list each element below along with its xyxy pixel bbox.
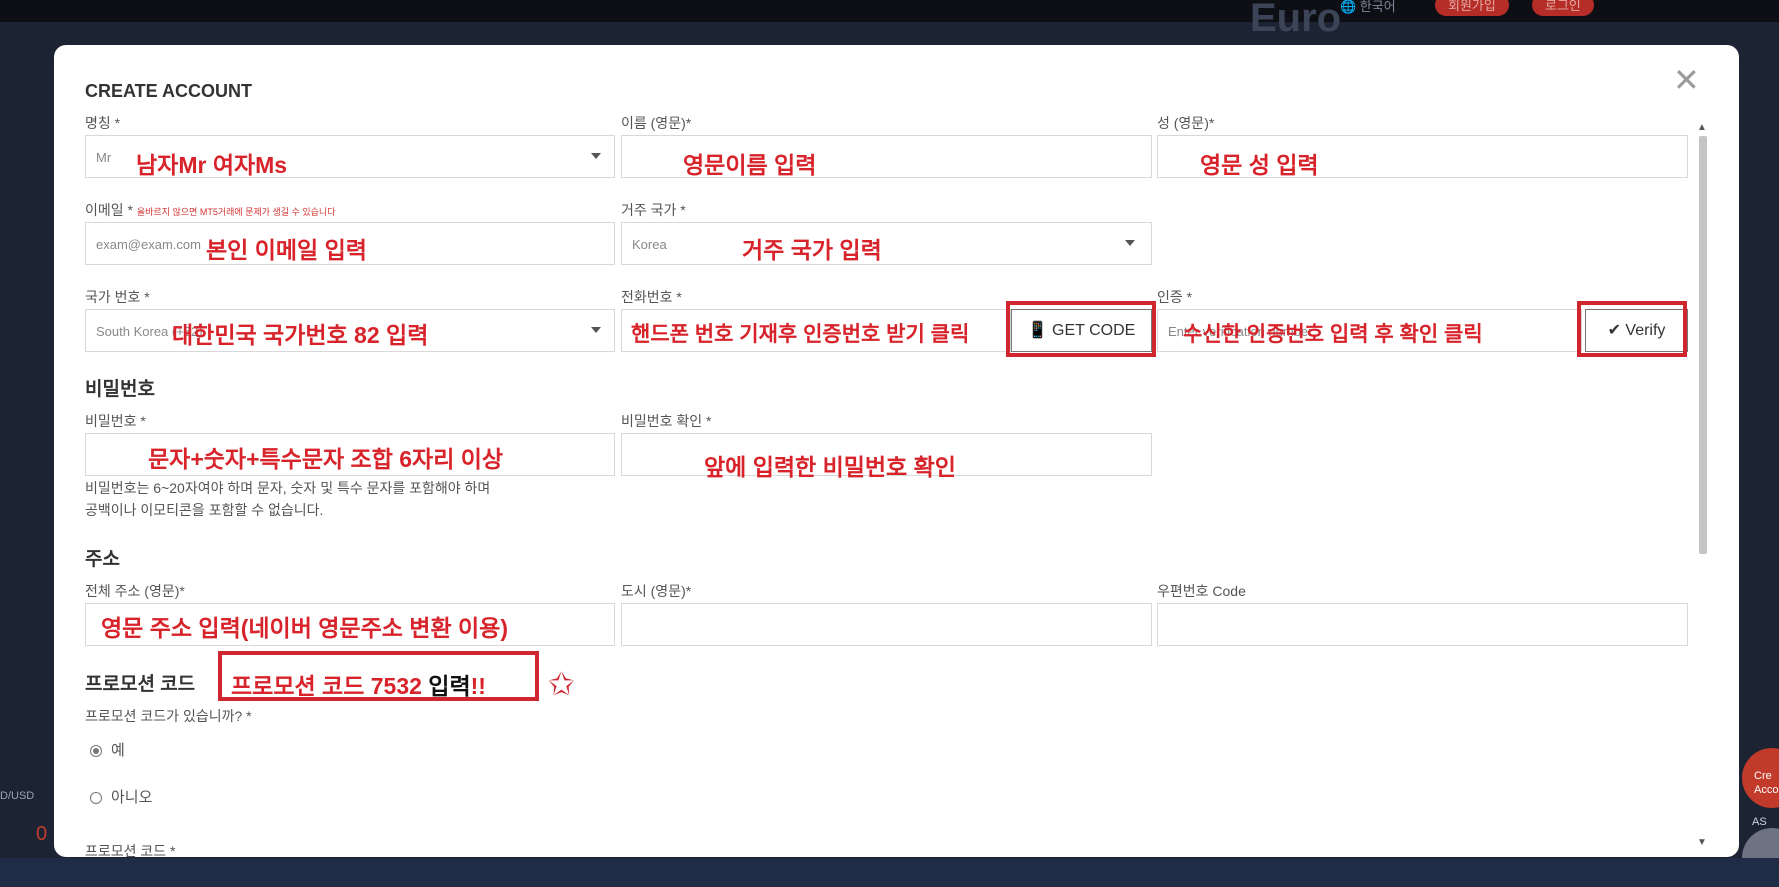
- close-icon[interactable]: ✕: [1673, 64, 1700, 96]
- background-banner-text: Euro: [1250, 0, 1342, 40]
- postcode-label: 우편번호 Code: [1157, 583, 1246, 599]
- country-label: 거주 국가 *: [621, 202, 686, 218]
- verification-label: 인증 *: [1157, 289, 1193, 305]
- email-warning: 올바르지 않으면 MT5거래에 문제가 생길 수 있습니다: [136, 207, 336, 217]
- postcode-input[interactable]: [1157, 603, 1688, 646]
- background-ticker-value: 0: [36, 823, 48, 845]
- modal-title: CREATE ACCOUNT: [85, 81, 252, 101]
- annotation-phone: 핸드폰 번호 기재후 인증번호 받기 클릭: [631, 323, 970, 346]
- first-name-label: 이름 (영문)*: [621, 115, 692, 131]
- create-account-float-button[interactable]: Cre Accou: [1742, 748, 1779, 808]
- email-label: 이메일 * 올바르지 않으면 MT5거래에 문제가 생길 수 있습니다: [85, 202, 336, 218]
- annotation-salutation: 남자Mr 여자Ms: [136, 152, 288, 178]
- highlight-verify: [1577, 301, 1687, 357]
- city-label: 도시 (영문)*: [621, 583, 692, 599]
- background-ticker-pair: D/USD: [0, 790, 35, 802]
- scroll-up-arrow-icon[interactable]: ▲: [1697, 122, 1707, 133]
- annotation-verification: 수신한 인증번호 입력 후 확인 클릭: [1183, 323, 1483, 346]
- chevron-down-icon: [591, 327, 601, 333]
- annotation-first-name: 영문이름 입력: [683, 152, 817, 178]
- promotion-yes-radio[interactable]: [90, 745, 102, 757]
- promotion-no-radio[interactable]: [90, 792, 102, 804]
- promotion-section-title: 프로모션 코드: [85, 674, 196, 695]
- address-section-title: 주소: [85, 549, 120, 570]
- modal-scrollbar[interactable]: ▲ ▼: [1695, 122, 1709, 852]
- password-label: 비밀번호 *: [85, 413, 146, 429]
- password-hint: 비밀번호는 6~20자여야 하며 문자, 숫자 및 특수 문자를 포함해야 하며…: [85, 480, 491, 518]
- salutation-label: 명칭 *: [85, 115, 121, 131]
- annotation-country: 거주 국가 입력: [742, 237, 882, 263]
- login-button[interactable]: 로그인: [1532, 0, 1594, 16]
- last-name-label: 성 (영문)*: [1157, 115, 1215, 131]
- annotation-last-name: 영문 성 입력: [1200, 152, 1319, 178]
- promotion-yes-label[interactable]: 예: [111, 739, 125, 760]
- signup-button[interactable]: 회원가입: [1435, 0, 1509, 16]
- country-select[interactable]: Korea: [621, 222, 1152, 265]
- chevron-down-icon: [591, 153, 601, 159]
- annotation-country-code: 대한민국 국가번호 82 입력: [172, 322, 429, 348]
- annotation-password-confirm: 앞에 입력한 비밀번호 확인: [704, 454, 956, 480]
- highlight-promotion-code: [218, 651, 539, 701]
- annotation-address: 영문 주소 입력(네이버 영문주소 변환 이용): [101, 615, 508, 641]
- password-section-title: 비밀번호: [85, 379, 155, 400]
- background-side-text: AS: [1752, 816, 1767, 828]
- highlight-get-code: [1006, 301, 1156, 357]
- star-icon: ✩: [548, 666, 575, 702]
- chevron-down-icon: [1125, 240, 1135, 246]
- password-confirm-label: 비밀번호 확인 *: [621, 413, 712, 429]
- promotion-question: 프로모션 코드가 있습니까? *: [85, 708, 252, 724]
- phone-label: 전화번호 *: [621, 289, 682, 305]
- promotion-no-label[interactable]: 아니오: [111, 786, 152, 807]
- country-code-label: 국가 번호 *: [85, 289, 150, 305]
- promotion-code-label: 프로모션 코드 *: [85, 843, 176, 859]
- language-selector[interactable]: 🌐 한국어: [1340, 0, 1396, 14]
- full-address-label: 전체 주소 (영문)*: [85, 583, 185, 599]
- annotation-password: 문자+숫자+특수문자 조합 6자리 이상: [148, 446, 504, 472]
- city-input[interactable]: [621, 603, 1152, 646]
- top-navbar: 🌐 한국어 회원가입 로그인: [0, 0, 1779, 22]
- background-footer-strip: [0, 858, 1779, 887]
- scroll-thumb[interactable]: [1699, 136, 1707, 554]
- annotation-email: 본인 이메일 입력: [206, 237, 367, 263]
- scroll-down-arrow-icon[interactable]: ▼: [1697, 837, 1707, 848]
